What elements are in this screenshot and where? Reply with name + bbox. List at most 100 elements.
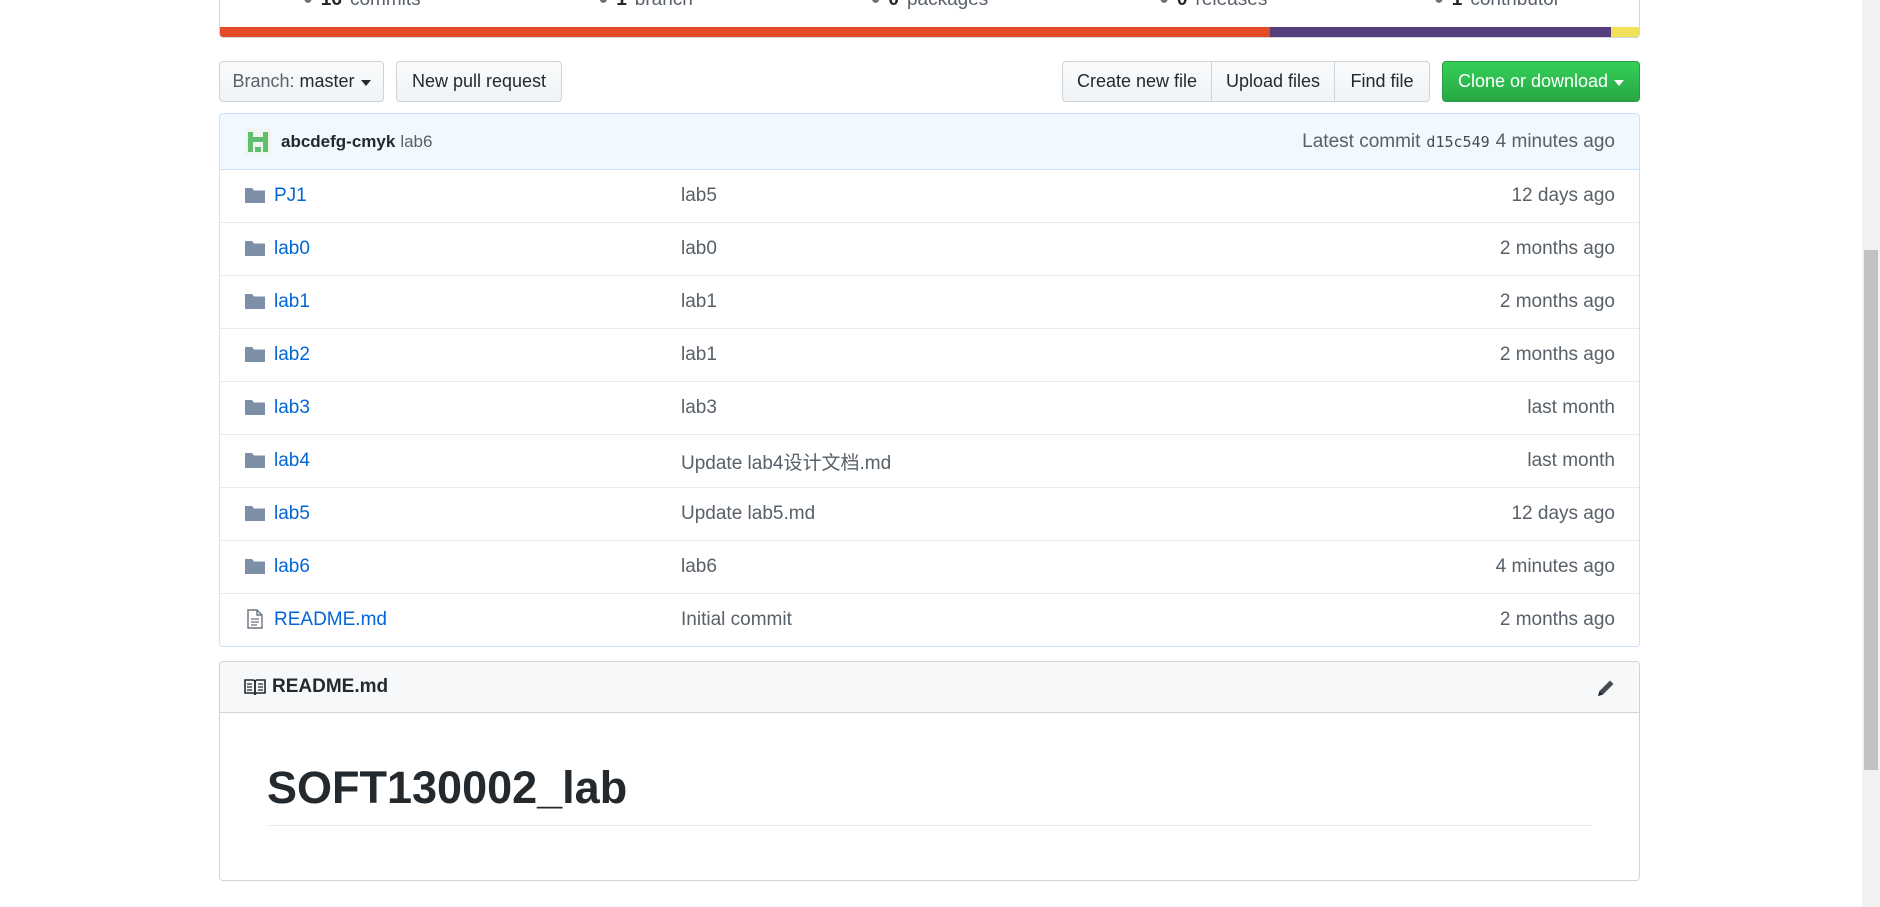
history-icon: ● xyxy=(303,0,313,9)
file-name-link[interactable]: lab3 xyxy=(274,397,310,419)
folder-icon xyxy=(245,294,265,309)
folder-icon xyxy=(245,188,265,203)
file-name-link[interactable]: lab2 xyxy=(274,344,310,366)
readme-filename: README.md xyxy=(272,676,389,697)
file-row: lab1 lab1 2 months ago xyxy=(220,275,1639,328)
folder-icon xyxy=(245,453,265,468)
latest-commit-bar: abcdefg-cmyk lab6 Latest commit d15c549 … xyxy=(220,114,1639,170)
scrollbar-thumb[interactable] xyxy=(1864,250,1878,770)
chevron-down-icon xyxy=(360,79,371,86)
file-commit-message-link[interactable]: Initial commit xyxy=(681,609,792,631)
summary-commits[interactable]: ● 16 commits xyxy=(220,0,504,20)
new-pull-request-button[interactable]: New pull request xyxy=(396,61,562,102)
file-age: 4 minutes ago xyxy=(1495,556,1615,577)
upload-files-button[interactable]: Upload files xyxy=(1211,61,1335,102)
commit-sha-link[interactable]: d15c549 xyxy=(1426,133,1489,151)
summary-branch[interactable]: ● 1 branch xyxy=(504,0,788,20)
file-age: 2 months ago xyxy=(1499,609,1615,630)
tag-icon: ● xyxy=(1159,0,1169,9)
page-scrollbar[interactable] xyxy=(1862,0,1880,907)
file-commit-message-link[interactable]: lab6 xyxy=(681,556,717,578)
folder-icon xyxy=(245,400,265,415)
summary-releases[interactable]: ● 0 releases xyxy=(1071,0,1355,20)
file-commit-message-link[interactable]: Update lab4设计文档.md xyxy=(681,448,891,475)
language-bar-segment xyxy=(1270,27,1611,37)
file-age: last month xyxy=(1527,450,1615,471)
chevron-down-icon xyxy=(1614,79,1625,86)
file-age: 12 days ago xyxy=(1511,185,1615,206)
create-new-file-button[interactable]: Create new file xyxy=(1062,61,1212,102)
summary-contributor[interactable]: ● 1 contributor xyxy=(1355,0,1639,20)
file-age: 2 months ago xyxy=(1499,344,1615,365)
file-age: 2 months ago xyxy=(1499,238,1615,259)
clone-or-download-button[interactable]: Clone or download xyxy=(1442,61,1640,102)
readme-header: README.md xyxy=(220,662,1639,713)
file-name-link[interactable]: README.md xyxy=(274,609,387,631)
file-age: 12 days ago xyxy=(1511,503,1615,524)
pencil-icon[interactable] xyxy=(1595,677,1617,699)
folder-icon xyxy=(245,347,265,362)
file-row: lab6 lab6 4 minutes ago xyxy=(220,540,1639,593)
file-actions-group: Create new file Upload files Find file xyxy=(1062,61,1430,102)
file-icon xyxy=(247,609,263,629)
readme-box: README.md SOFT130002_lab xyxy=(219,661,1640,881)
file-commit-message-link[interactable]: Update lab5.md xyxy=(681,503,815,525)
file-table: abcdefg-cmyk lab6 Latest commit d15c549 … xyxy=(219,113,1640,647)
branch-prefix: Branch: xyxy=(232,71,295,91)
file-row: README.md Initial commit 2 months ago xyxy=(220,593,1639,646)
file-row: lab4 Update lab4设计文档.md last month xyxy=(220,434,1639,487)
summary-count: 0 xyxy=(1177,0,1188,11)
summary-label: commits xyxy=(350,0,421,11)
summary-count: 16 xyxy=(321,0,342,11)
file-row: lab5 Update lab5.md 12 days ago xyxy=(220,487,1639,540)
repo-container: ● 16 commits ● 1 branch ● 0 packages ● 0 releases ● 1… xyxy=(219,0,1640,881)
file-name-link[interactable]: lab1 xyxy=(274,291,310,313)
file-navigation: Branch: master New pull request Create n… xyxy=(219,61,1640,102)
commit-time: 4 minutes ago xyxy=(1495,130,1615,152)
readme-title: SOFT130002_lab xyxy=(267,763,1592,826)
file-name-link[interactable]: lab6 xyxy=(274,556,310,578)
people-icon: ● xyxy=(1434,0,1444,9)
file-row: lab0 lab0 2 months ago xyxy=(220,222,1639,275)
file-name-link[interactable]: lab4 xyxy=(274,450,310,472)
summary-packages[interactable]: ● 0 packages xyxy=(788,0,1072,20)
package-icon: ● xyxy=(871,0,881,9)
branch-select-button[interactable]: Branch: master xyxy=(219,61,384,102)
file-name-link[interactable]: lab0 xyxy=(274,238,310,260)
folder-icon xyxy=(245,241,265,256)
file-commit-message-link[interactable]: lab0 xyxy=(681,238,717,260)
file-name-link[interactable]: lab5 xyxy=(274,503,310,525)
file-commit-message-link[interactable]: lab1 xyxy=(681,291,717,313)
file-name-link[interactable]: PJ1 xyxy=(274,185,307,207)
clone-label: Clone or download xyxy=(1457,71,1609,91)
file-list: PJ1 lab5 12 days ago lab0 lab0 2 months ago la… xyxy=(220,170,1639,646)
find-file-button[interactable]: Find file xyxy=(1334,61,1430,102)
file-commit-message-link[interactable]: lab1 xyxy=(681,344,717,366)
commit-author-link[interactable]: abcdefg-cmyk xyxy=(281,132,395,152)
file-age: 2 months ago xyxy=(1499,291,1615,312)
language-bar-segment xyxy=(1610,27,1639,37)
file-row: PJ1 lab5 12 days ago xyxy=(220,170,1639,222)
file-row: lab2 lab1 2 months ago xyxy=(220,328,1639,381)
file-age: last month xyxy=(1527,397,1615,418)
summary-label: releases xyxy=(1196,0,1268,11)
avatar[interactable] xyxy=(245,128,271,155)
summary-count: 1 xyxy=(616,0,627,11)
branch-icon: ● xyxy=(599,0,609,9)
file-commit-message-link[interactable]: lab3 xyxy=(681,397,717,419)
language-bar[interactable] xyxy=(220,27,1639,37)
branch-name: master xyxy=(299,71,355,91)
summary-label: contributor xyxy=(1470,0,1560,11)
latest-commit-info: Latest commit d15c549 4 minutes ago xyxy=(1302,131,1615,153)
summary-count: 0 xyxy=(888,0,899,11)
folder-icon xyxy=(245,506,265,521)
commit-message-link[interactable]: lab6 xyxy=(400,132,432,152)
latest-commit-label: Latest commit xyxy=(1302,130,1421,152)
file-commit-message-link[interactable]: lab5 xyxy=(681,185,717,207)
summary-label: packages xyxy=(907,0,988,11)
language-bar-segment xyxy=(220,27,1271,37)
summary-count: 1 xyxy=(1452,0,1463,11)
repo-summary: ● 16 commits ● 1 branch ● 0 packages ● 0 releases ● 1… xyxy=(219,0,1640,38)
readme-content: SOFT130002_lab xyxy=(220,763,1639,826)
folder-icon xyxy=(245,559,265,574)
